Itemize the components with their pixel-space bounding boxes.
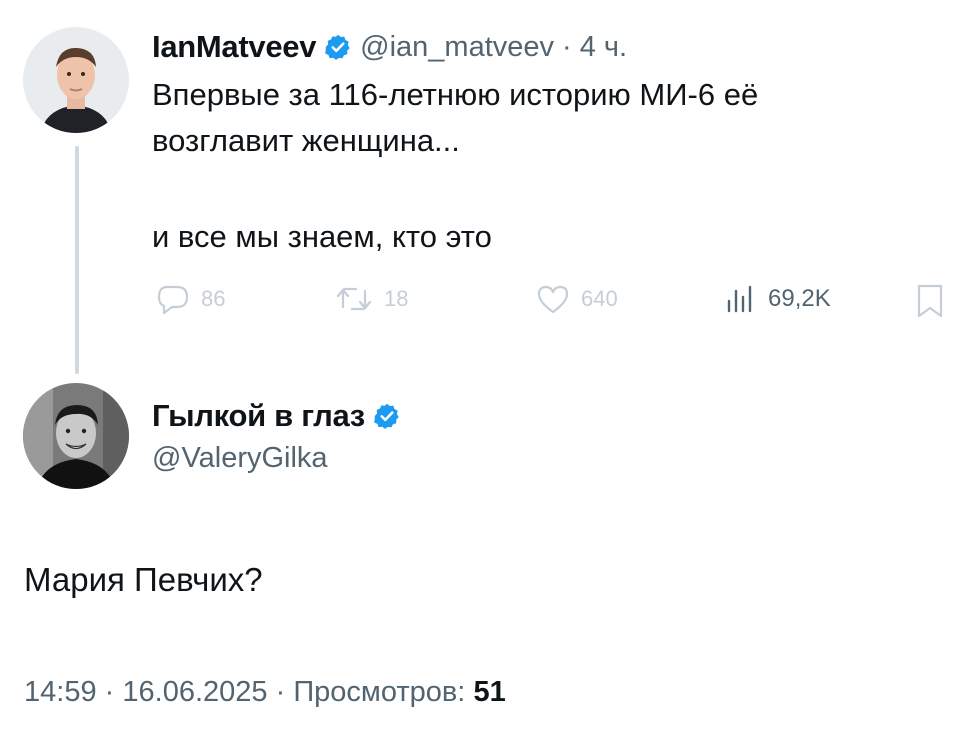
views-label: Просмотров: — [293, 676, 466, 708]
reply-author-name[interactable]: Гылкой в глаз — [152, 398, 365, 434]
separator-dot: · — [562, 30, 572, 63]
tweet-text-line: и все мы знаем, кто это — [152, 219, 492, 254]
retweet-icon — [336, 287, 372, 311]
reply-date[interactable]: 16.06.2025 — [122, 676, 267, 708]
bookmark-icon — [917, 284, 943, 318]
reply-count: 86 — [201, 286, 226, 311]
avatar-ian-image — [23, 27, 129, 133]
meta-dot: · — [104, 676, 115, 708]
views-button[interactable]: 69,2K — [722, 283, 831, 315]
views-count-reply: 51 — [473, 676, 506, 708]
views-icon — [727, 285, 752, 313]
reply-author-handle[interactable]: @ValeryGilka — [152, 442, 328, 475]
reply-icon — [157, 285, 189, 315]
reply-meta: 14:59 · 16.06.2025 · Просмотров: 51 — [24, 676, 506, 709]
reply-button[interactable]: 86 — [155, 283, 225, 315]
like-count: 640 — [581, 286, 618, 311]
tweet-text-line: возглавит женщина... — [152, 123, 460, 158]
like-button[interactable]: 640 — [535, 283, 618, 315]
reply-header: Гылкой в глаз — [152, 394, 401, 438]
retweet-button[interactable]: 18 — [334, 283, 408, 315]
avatar-valery-image — [23, 383, 129, 489]
verified-badge-icon — [324, 33, 352, 61]
meta-dot: · — [275, 676, 286, 708]
avatar-ian-matveev[interactable] — [23, 27, 129, 133]
original-tweet-header: IanMatveev @ian_matveev · 4 ч. — [152, 25, 627, 69]
like-icon — [537, 285, 569, 314]
bookmark-button[interactable] — [914, 283, 946, 319]
tweet-time[interactable]: 4 ч. — [580, 31, 627, 64]
verified-badge-icon — [373, 402, 401, 430]
avatar-valery-gilka[interactable] — [23, 383, 129, 489]
thread-line — [75, 146, 79, 374]
reply-text: Мария Певчих? — [24, 561, 263, 598]
reply-time[interactable]: 14:59 — [24, 676, 97, 708]
retweet-count: 18 — [384, 286, 409, 311]
tweet-text-line: Впервые за 116-летнюю историю МИ-6 её — [152, 77, 759, 112]
author-handle[interactable]: @ian_matveev — [360, 31, 554, 64]
original-tweet-body: Впервые за 116-летнюю историю МИ-6 её во… — [152, 72, 932, 164]
author-name[interactable]: IanMatveev — [152, 29, 316, 65]
views-count: 69,2K — [768, 285, 831, 312]
